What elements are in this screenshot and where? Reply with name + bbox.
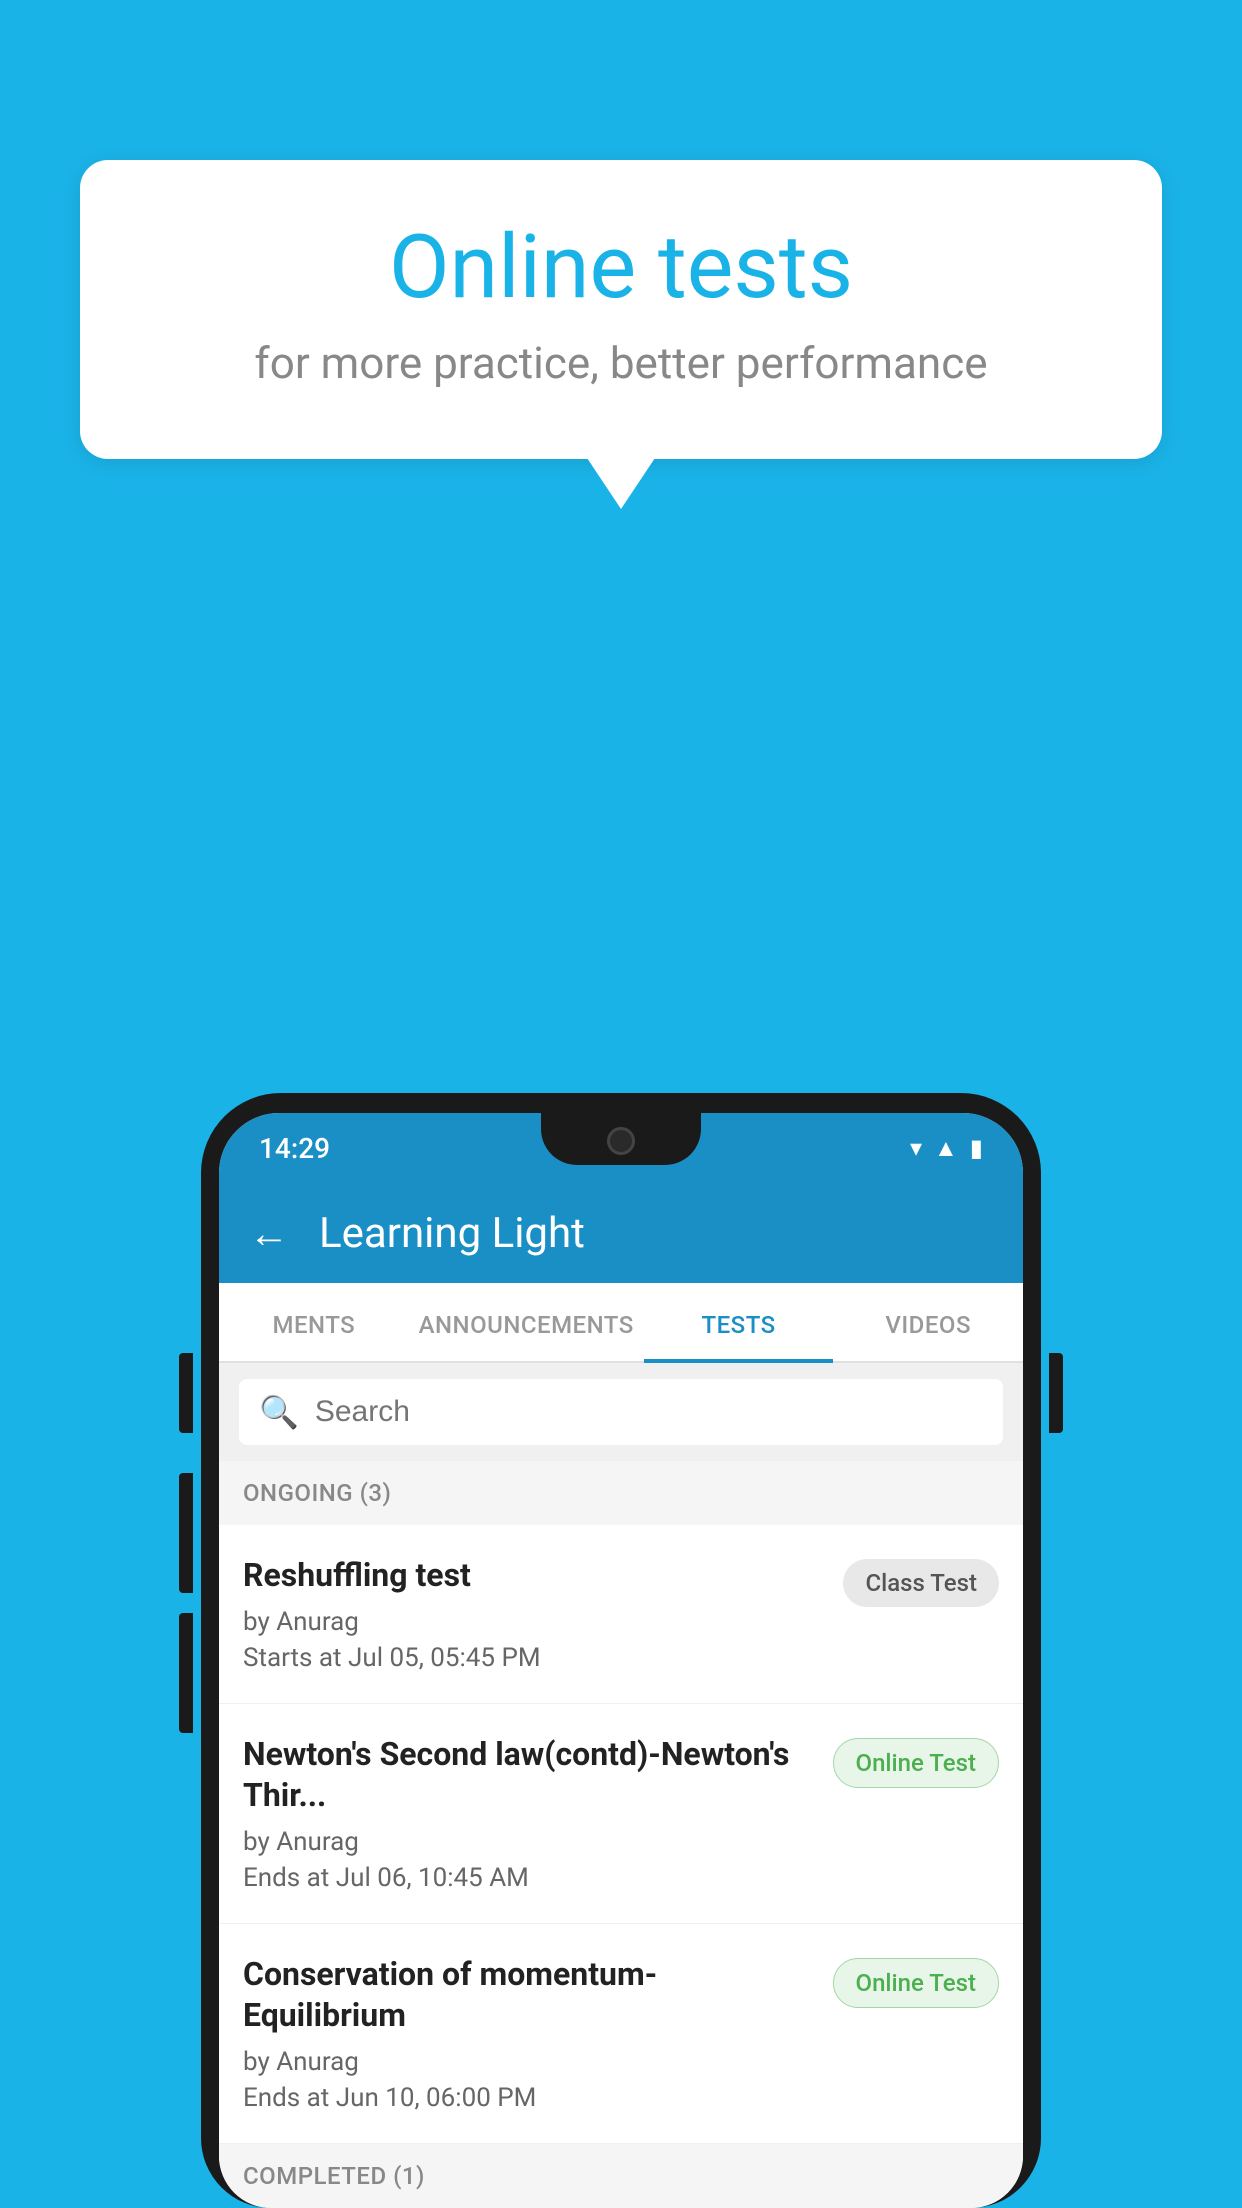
back-button[interactable]: ← bbox=[249, 1210, 289, 1257]
status-icons: ▾ ▲ ▮ bbox=[910, 1134, 983, 1163]
phone-vol-down-button bbox=[179, 1613, 193, 1733]
battery-icon: ▮ bbox=[970, 1134, 983, 1162]
phone-screen: 14:29 ▾ ▲ ▮ ← Learning Light MENTS ANNOU… bbox=[219, 1113, 1023, 2208]
bubble-subtitle: for more practice, better performance bbox=[160, 337, 1082, 389]
test-list: Reshuffling test by Anurag Starts at Jul… bbox=[219, 1525, 1023, 2144]
test-badge-online: Online Test bbox=[833, 1738, 999, 1788]
search-icon: 🔍 bbox=[259, 1393, 299, 1431]
test-badge-class: Class Test bbox=[843, 1559, 999, 1607]
test-author: by Anurag bbox=[243, 2047, 817, 2077]
tab-videos[interactable]: VIDEOS bbox=[833, 1283, 1023, 1361]
test-info: Reshuffling test by Anurag Starts at Jul… bbox=[243, 1555, 827, 1673]
promo-bubble: Online tests for more practice, better p… bbox=[80, 160, 1162, 459]
notch bbox=[541, 1113, 701, 1165]
signal-icon: ▲ bbox=[934, 1134, 958, 1163]
test-author: by Anurag bbox=[243, 1827, 817, 1857]
phone-vol-up-button bbox=[179, 1473, 193, 1593]
test-author: by Anurag bbox=[243, 1607, 827, 1637]
camera bbox=[607, 1127, 635, 1155]
test-name: Reshuffling test bbox=[243, 1555, 827, 1597]
tabs-bar: MENTS ANNOUNCEMENTS TESTS VIDEOS bbox=[219, 1283, 1023, 1363]
test-info: Newton's Second law(contd)-Newton's Thir… bbox=[243, 1734, 817, 1893]
search-bar-container: 🔍 bbox=[219, 1363, 1023, 1461]
app-header: ← Learning Light bbox=[219, 1183, 1023, 1283]
status-bar: 14:29 ▾ ▲ ▮ bbox=[219, 1113, 1023, 1183]
ongoing-section-header: ONGOING (3) bbox=[219, 1461, 1023, 1525]
tab-announcements[interactable]: ANNOUNCEMENTS bbox=[409, 1283, 644, 1361]
test-name: Conservation of momentum-Equilibrium bbox=[243, 1954, 817, 2037]
wifi-icon: ▾ bbox=[910, 1134, 922, 1162]
test-item[interactable]: Reshuffling test by Anurag Starts at Jul… bbox=[219, 1525, 1023, 1704]
tab-ments[interactable]: MENTS bbox=[219, 1283, 409, 1361]
phone-power-button bbox=[1049, 1353, 1063, 1433]
search-wrapper[interactable]: 🔍 bbox=[239, 1379, 1003, 1445]
bubble-card: Online tests for more practice, better p… bbox=[80, 160, 1162, 459]
test-info: Conservation of momentum-Equilibrium by … bbox=[243, 1954, 817, 2113]
test-time: Ends at Jul 06, 10:45 AM bbox=[243, 1863, 817, 1893]
test-item[interactable]: Conservation of momentum-Equilibrium by … bbox=[219, 1924, 1023, 2144]
phone-body: 14:29 ▾ ▲ ▮ ← Learning Light MENTS ANNOU… bbox=[201, 1093, 1041, 2208]
test-item[interactable]: Newton's Second law(contd)-Newton's Thir… bbox=[219, 1704, 1023, 1924]
test-time: Starts at Jul 05, 05:45 PM bbox=[243, 1643, 827, 1673]
test-name: Newton's Second law(contd)-Newton's Thir… bbox=[243, 1734, 817, 1817]
search-input[interactable] bbox=[315, 1395, 983, 1429]
tab-tests[interactable]: TESTS bbox=[644, 1283, 834, 1361]
status-time: 14:29 bbox=[259, 1132, 330, 1165]
completed-section-header: COMPLETED (1) bbox=[219, 2144, 1023, 2208]
app-title: Learning Light bbox=[319, 1209, 585, 1258]
phone-side-button bbox=[179, 1353, 193, 1433]
phone-mockup: 14:29 ▾ ▲ ▮ ← Learning Light MENTS ANNOU… bbox=[201, 1093, 1041, 2208]
test-badge-online: Online Test bbox=[833, 1958, 999, 2008]
bubble-title: Online tests bbox=[160, 220, 1082, 317]
test-time: Ends at Jun 10, 06:00 PM bbox=[243, 2083, 817, 2113]
